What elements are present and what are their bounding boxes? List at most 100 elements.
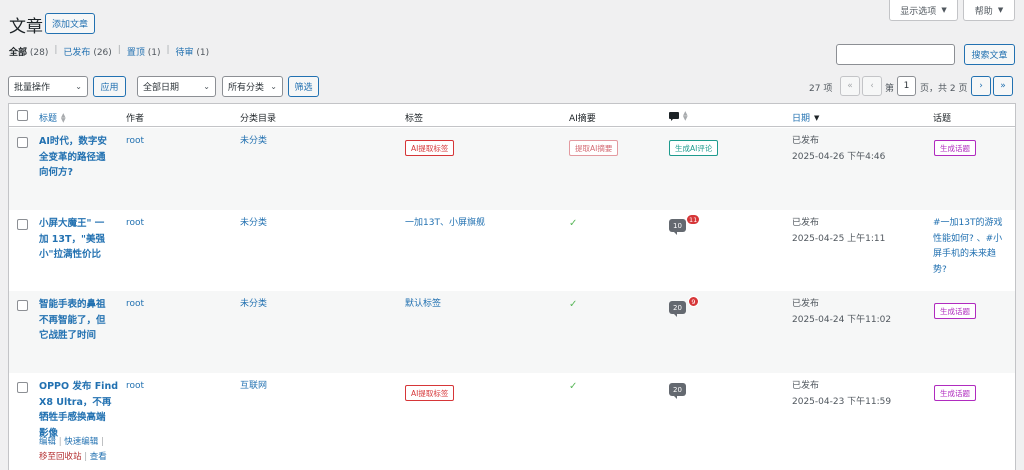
current-page-input[interactable]: 1 <box>897 76 916 96</box>
view-separator: | <box>166 45 170 55</box>
title-line: 智能手表的鼻祖 <box>39 299 106 310</box>
pending-comments-count[interactable]: 11 <box>686 214 701 225</box>
post-author[interactable]: root <box>126 134 144 150</box>
pending-comments-count[interactable]: 9 <box>688 296 699 307</box>
row-checkbox[interactable] <box>17 300 28 311</box>
table-row: OPPO 发布 Find X8 Ultra，不再 牺牲手感换高端 影像 编辑 |… <box>9 373 1015 470</box>
post-datetime: 2025-04-26 下午4:46 <box>792 151 886 162</box>
title-line: 加 13T，"美强 <box>39 233 105 245</box>
post-category[interactable]: 互联网 <box>240 379 267 395</box>
row-checkbox[interactable] <box>17 382 28 393</box>
post-datetime: 2025-04-23 下午11:59 <box>792 396 892 407</box>
approved-comments-count[interactable]: 20 <box>669 301 686 317</box>
topic-line: #一加13T的游戏 <box>933 218 1003 228</box>
page-label-before: 第 <box>885 84 895 94</box>
bulk-action-value: 批量操作 <box>14 83 51 93</box>
post-datetime: 2025-04-25 上午1:11 <box>792 233 886 244</box>
table-header: 标题 ▲ ▼ 作者 分类目录 标签 AI摘要 ▲ ▼ 日期 ▼ 话题 <box>9 104 1015 127</box>
topic-line: 性能如何? 、#小 <box>933 233 1003 244</box>
screen-options-button[interactable]: 显示选项 ▼ <box>889 0 958 21</box>
action-separator: | <box>58 437 62 447</box>
edit-link[interactable]: 编辑 <box>39 437 56 447</box>
post-title[interactable]: 智能手表的鼻祖 不再智能了，但 它战胜了时间 <box>39 297 119 344</box>
prev-page-button[interactable]: ‹ <box>862 76 882 96</box>
chevron-down-icon: ⌄ <box>270 82 277 91</box>
approved-comments-count[interactable]: 20 <box>669 383 686 399</box>
add-new-post-button[interactable]: 添加文章 <box>45 13 95 34</box>
category-filter-value: 所有分类 <box>228 83 265 93</box>
first-page-button[interactable]: « <box>840 76 860 96</box>
post-tags[interactable]: 一加13T、小屏旗舰 <box>405 216 485 232</box>
post-author[interactable]: root <box>126 379 144 395</box>
title-line: 小"拉满性价比 <box>39 249 101 260</box>
view-separator: | <box>54 45 58 55</box>
post-category[interactable]: 未分类 <box>240 134 267 150</box>
view-link[interactable]: 查看 <box>90 452 107 462</box>
post-title[interactable]: AI时代，数字安 全变革的路径通 向何方? <box>39 134 119 181</box>
column-date-label: 日期 <box>792 114 811 124</box>
apply-button[interactable]: 应用 <box>93 76 126 97</box>
column-author: 作者 <box>126 114 145 124</box>
ai-summary-done-icon: ✓ <box>569 218 578 229</box>
category-filter-select[interactable]: 所有分类 ⌄ <box>222 76 283 97</box>
select-all-checkbox[interactable] <box>17 110 28 121</box>
screen-options-label: 显示选项 <box>900 6 937 17</box>
table-row: 小屏大魔王" 一 加 13T，"美强 小"拉满性价比 root 未分类 一加13… <box>9 210 1015 291</box>
posts-table: 标题 ▲ ▼ 作者 分类目录 标签 AI摘要 ▲ ▼ 日期 ▼ 话题 AI时代，数字… <box>8 103 1016 470</box>
post-title[interactable]: 小屏大魔王" 一 加 13T，"美强 小"拉满性价比 <box>39 216 119 263</box>
view-pending[interactable]: 待审 (1) <box>176 45 210 58</box>
post-title[interactable]: OPPO 发布 Find X8 Ultra，不再 牺牲手感换高端 影像 <box>39 379 119 441</box>
bulk-action-select[interactable]: 批量操作 ⌄ <box>8 76 88 97</box>
post-topics[interactable]: #一加13T的游戏 性能如何? 、#小 屏手机的未来趋 势? <box>933 216 1015 278</box>
view-all[interactable]: 全部 (28) <box>9 45 48 58</box>
ai-extract-tags-button[interactable]: AI提取标签 <box>405 385 455 401</box>
post-status: 已发布 <box>792 218 820 228</box>
view-published[interactable]: 已发布 (26) <box>63 45 111 58</box>
ai-generate-comment-button[interactable]: 生成AI评论 <box>669 140 719 156</box>
column-date[interactable]: 日期 ▼ <box>792 111 819 125</box>
row-actions: 编辑 | 快速编辑 | 移至回收站 | 查看 <box>39 435 119 465</box>
items-count: 27 项 <box>809 84 833 94</box>
generate-topic-button[interactable]: 生成话题 <box>934 385 976 401</box>
post-date: 已发布 2025-04-25 上午1:11 <box>792 216 885 247</box>
help-button[interactable]: 帮助 ▼ <box>963 0 1015 21</box>
topic-line: 势? <box>933 264 947 275</box>
quick-edit-link[interactable]: 快速编辑 <box>64 437 98 447</box>
column-comments[interactable]: ▲ ▼ <box>669 110 688 122</box>
approved-comments-count[interactable]: 10 <box>669 219 686 235</box>
title-line: 全变革的路径通 <box>39 151 106 163</box>
filter-button[interactable]: 筛选 <box>288 76 319 97</box>
ai-extract-tags-button[interactable]: AI提取标签 <box>405 140 455 156</box>
chevron-down-icon: ⌄ <box>203 82 210 91</box>
caret-down-icon: ▼ <box>941 6 947 14</box>
post-category[interactable]: 未分类 <box>240 297 267 313</box>
sort-icon: ▲ ▼ <box>683 110 688 122</box>
post-author[interactable]: root <box>126 216 144 232</box>
post-tags[interactable]: 默认标签 <box>405 297 441 313</box>
title-line: X8 Ultra，不再 <box>39 396 112 408</box>
column-topics: 话题 <box>933 114 952 124</box>
generate-topic-button[interactable]: 生成话题 <box>934 303 976 319</box>
date-filter-select[interactable]: 全部日期 ⌄ <box>137 76 216 97</box>
column-title[interactable]: 标题 ▲ ▼ <box>39 111 66 124</box>
row-checkbox[interactable] <box>17 137 28 148</box>
page-label-after: 页，共 2 页 <box>920 84 968 94</box>
ai-extract-summary-button[interactable]: 提取AI摘要 <box>569 140 619 156</box>
post-author[interactable]: root <box>126 297 144 313</box>
last-page-button[interactable]: » <box>993 76 1013 96</box>
post-status-views: 全部 (28) | 已发布 (26) | 置顶 (1) | 待审 (1) <box>9 45 209 58</box>
post-status: 已发布 <box>792 381 820 391</box>
post-category[interactable]: 未分类 <box>240 216 267 232</box>
post-date: 已发布 2025-04-26 下午4:46 <box>792 134 885 165</box>
post-status: 已发布 <box>792 136 820 146</box>
caret-down-icon: ▼ <box>997 6 1004 14</box>
post-date: 已发布 2025-04-23 下午11:59 <box>792 379 891 410</box>
row-checkbox[interactable] <box>17 219 28 230</box>
view-sticky[interactable]: 置顶 (1) <box>127 45 161 58</box>
topic-line: 屏手机的未来趋 <box>933 249 997 259</box>
trash-link[interactable]: 移至回收站 <box>39 452 82 462</box>
next-page-button[interactable]: › <box>971 76 991 96</box>
search-input[interactable] <box>836 44 955 65</box>
generate-topic-button[interactable]: 生成话题 <box>934 140 976 156</box>
search-posts-button[interactable]: 搜索文章 <box>964 44 1015 65</box>
